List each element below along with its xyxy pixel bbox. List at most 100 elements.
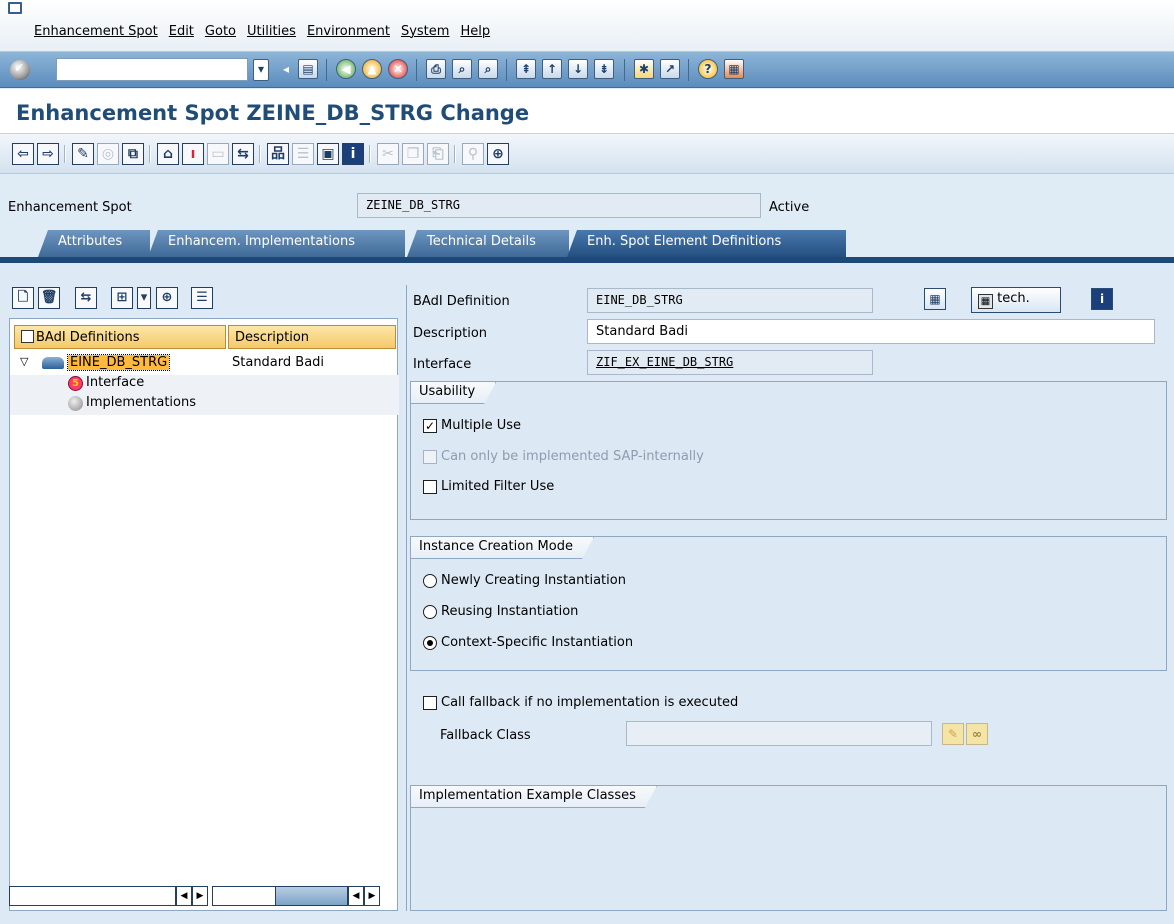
first-page-icon[interactable]: ⇞ [516,59,536,79]
enter-icon[interactable] [10,60,30,80]
copy-icon[interactable]: ❐ [402,143,424,165]
menu-enhancement-spot[interactable]: Enhancement Spot [34,24,158,39]
tab-attributes[interactable]: Attributes [38,230,150,257]
title-bar: Enhancement Spot ZEINE_DB_STRG Change [0,89,1174,134]
where-used-icon[interactable]: ⇆ [232,143,254,165]
binoculars-icon[interactable]: ⊕ [487,143,509,165]
col-description[interactable]: Description [228,325,396,349]
collapse-icon[interactable]: ▽ [20,355,28,368]
find-next-icon[interactable]: ⌕ [478,59,498,79]
tab-enh-spot-element-definitions[interactable]: Enh. Spot Element Definitions [567,230,846,257]
expand-icon[interactable]: ⊞ [111,287,133,309]
shortcut-icon[interactable]: ↗ [660,59,680,79]
multiple-use-checkbox[interactable]: ✓ Multiple Use [423,418,521,433]
check-icon[interactable]: ⌂ [157,143,179,165]
reusing-radio[interactable]: Reusing Instantiation [423,604,578,619]
info-icon[interactable]: i [342,143,364,165]
tree-row-implementations[interactable]: Implementations [10,395,399,415]
tree-node-interface[interactable]: Interface [86,375,144,390]
back-arrow-icon[interactable]: ⇦ [12,143,34,165]
where-used-list-icon[interactable]: ⇆ [75,287,97,309]
menu-help[interactable]: Help [460,24,490,39]
last-page-icon[interactable]: ⇟ [594,59,614,79]
badi-definition-field: EINE_DB_STRG [587,288,873,313]
tree-node-eine-db-strg[interactable]: EINE_DB_STRG [66,354,171,371]
find-icon[interactable]: ⊕ [156,287,178,309]
create-icon[interactable]: 🗋 [12,287,34,309]
documentation-icon[interactable]: ⚲ [462,143,484,165]
activate-icon[interactable]: ı [182,143,204,165]
back-icon[interactable]: ◀ [336,59,356,79]
menu-goto[interactable]: Goto [205,24,236,39]
menu-edit[interactable]: Edit [169,24,194,39]
limited-filter-checkbox[interactable]: Limited Filter Use [423,479,554,494]
print-icon[interactable]: ⎙ [426,59,446,79]
tree-node-implementations[interactable]: Implementations [86,395,226,410]
paste-icon[interactable]: ⎗ [427,143,449,165]
context-specific-label: Context-Specific Instantiation [441,635,634,650]
collapse-arrow-icon[interactable]: ◂ [276,60,296,80]
tech-button[interactable]: ▦ tech. [971,287,1061,313]
display-change-icon[interactable]: ✎ [72,143,94,165]
previous-page-icon[interactable]: ↑ [542,59,562,79]
save-icon[interactable]: ▤ [298,59,318,79]
navigation-window-icon[interactable]: ▣ [317,143,339,165]
help-icon[interactable]: ? [698,59,718,79]
scrollbar-thumb[interactable] [275,886,348,906]
command-history-icon[interactable]: ▾ [253,59,269,81]
menu-utilities[interactable]: Utilities [247,24,296,39]
fallback-class-field[interactable] [626,721,932,746]
tree-row-root[interactable]: ▽ EINE_DB_STRG Standard Badi [10,354,399,375]
edit-pencil-icon[interactable]: ✎ [942,723,964,745]
info-icon[interactable]: i [1091,288,1113,310]
test-icon[interactable]: ▭ [207,143,229,165]
menu-environment[interactable]: Environment [307,24,390,39]
page-title: Enhancement Spot ZEINE_DB_STRG Change [16,101,530,125]
next-page-icon[interactable]: ↓ [568,59,588,79]
interface-field[interactable]: ZIF_EX_EINE_DB_STRG [587,350,873,375]
limited-filter-label: Limited Filter Use [441,479,555,494]
scroll-right-icon[interactable]: ▶ [364,886,380,906]
find-icon[interactable]: ⌕ [452,59,472,79]
menu-system[interactable]: System [401,24,449,39]
col-badi-definitions-label: BAdI Definitions [36,330,140,345]
description-field[interactable]: Standard Badi [587,319,1155,344]
tab-technical-details[interactable]: Technical Details [407,230,569,257]
scroll-left-icon[interactable]: ◀ [176,886,192,906]
tree-row-interface[interactable]: 5 Interface [10,375,399,395]
layout-icon[interactable]: ▦ [724,59,744,79]
display-glasses-icon[interactable]: ∞ [966,723,988,745]
implementation-examples-group: Implementation Example Classes [410,785,1167,911]
usability-group: Usability ✓ Multiple Use Can only be imp… [410,381,1167,520]
cut-icon[interactable]: ✂ [377,143,399,165]
sap-internal-label: Can only be implemented SAP-internally [441,449,704,464]
active-inactive-icon[interactable]: ◎ [97,143,119,165]
scrollbar-track-1[interactable] [9,886,176,906]
tab-enhancem-implementations[interactable]: Enhancem. Implementations [148,230,405,257]
create-session-icon[interactable]: ✱ [634,59,654,79]
print-list-icon[interactable]: ☰ [191,287,213,309]
radio-selected-icon [423,635,437,650]
enhancement-spot-label: Enhancement Spot [8,200,132,215]
hierarchy-icon[interactable]: 品 [267,143,289,165]
badi-definition-label: BAdI Definition [413,294,510,309]
forward-arrow-icon[interactable]: ⇨ [37,143,59,165]
expand-dropdown-icon[interactable]: ▾ [137,287,151,309]
call-fallback-checkbox[interactable]: Call fallback if no implementation is ex… [423,695,738,710]
col-badi-definitions[interactable]: BAdI Definitions [14,325,226,349]
system-menu-icon[interactable] [8,2,22,14]
display-object-list-icon[interactable]: ☰ [292,143,314,165]
call-fallback-label: Call fallback if no implementation is ex… [441,695,739,710]
other-object-icon[interactable]: ⧉ [122,143,144,165]
delete-icon[interactable]: 🗑 [38,287,60,309]
cancel-icon[interactable]: ✕ [388,59,408,79]
command-field[interactable] [56,58,248,81]
fallback-class-label: Fallback Class [440,728,531,743]
tab-strip: Attributes Enhancem. Implementations Tec… [0,230,1174,257]
context-specific-radio[interactable]: Context-Specific Instantiation [423,635,633,650]
scroll-left-icon[interactable]: ◀ [348,886,364,906]
badi-doc-icon[interactable]: ▦ [924,288,946,310]
scroll-right-icon[interactable]: ▶ [192,886,208,906]
exit-icon[interactable]: ▲ [362,59,382,79]
newly-creating-radio[interactable]: Newly Creating Instantiation [423,573,626,588]
